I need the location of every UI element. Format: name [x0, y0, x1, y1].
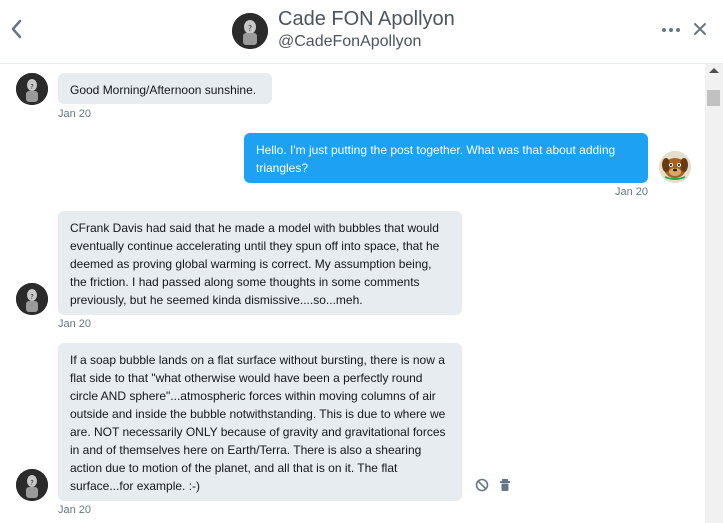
- message-bubble-incoming[interactable]: Good Morning/Afternoon sunshine.: [58, 73, 272, 104]
- message-bubble-outgoing[interactable]: Hello. I'm just putting the post togethe…: [244, 133, 648, 183]
- conversation-header: ? Cade FON Apollyon @CadeFonApollyon: [0, 0, 723, 64]
- sender-avatar[interactable]: ?: [16, 469, 48, 501]
- sender-avatar[interactable]: ?: [16, 73, 48, 105]
- message-bubble-incoming[interactable]: If a soap bubble lands on a flat surface…: [58, 343, 462, 501]
- delete-trash-icon[interactable]: [498, 478, 512, 492]
- scrollbar-thumb[interactable]: [707, 90, 720, 106]
- message-timestamp: Jan 20: [58, 318, 92, 330]
- contact-name[interactable]: Cade FON Apollyon: [278, 8, 455, 31]
- scrollbar[interactable]: [705, 64, 723, 523]
- svg-text:?: ?: [30, 479, 34, 487]
- sender-avatar[interactable]: ?: [16, 283, 48, 315]
- message-timestamp: Jan 20: [58, 108, 92, 120]
- back-chevron-icon[interactable]: [10, 19, 30, 43]
- svg-text:?: ?: [248, 24, 252, 33]
- contact-avatar[interactable]: ?: [232, 13, 268, 49]
- message-timestamp: Jan 20: [615, 186, 649, 198]
- report-block-icon[interactable]: [475, 478, 489, 492]
- message-timestamp: Jan 20: [58, 504, 92, 516]
- scroll-up-arrow-icon[interactable]: [709, 68, 719, 73]
- svg-text:?: ?: [30, 293, 34, 301]
- svg-text:?: ?: [30, 83, 34, 91]
- more-dots-icon[interactable]: [662, 24, 684, 36]
- close-icon[interactable]: [693, 22, 707, 36]
- my-avatar[interactable]: [659, 151, 691, 183]
- message-bubble-incoming[interactable]: CFrank Davis had said that he made a mod…: [58, 211, 462, 315]
- contact-handle[interactable]: @CadeFonApollyon: [278, 33, 421, 51]
